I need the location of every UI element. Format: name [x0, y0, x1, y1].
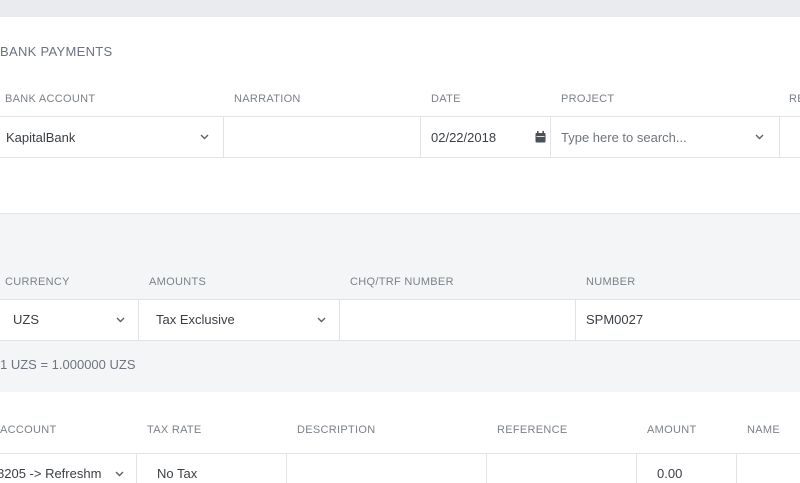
column-header-account: ACCOUNT: [0, 424, 57, 436]
chevron-down-icon: [200, 132, 209, 141]
column-header-name: NAME: [747, 424, 780, 436]
date-value: 02/22/2018: [431, 130, 497, 145]
currency-label: CURRENCY: [5, 276, 70, 288]
number-label: NUMBER: [586, 276, 636, 288]
amounts-value: Tax Exclusive: [156, 312, 235, 327]
tax-rate-select[interactable]: No Tax: [157, 466, 197, 481]
bank-account-value: KapitalBank: [6, 130, 76, 145]
chevron-down-icon: [116, 315, 125, 324]
reference-label: RE: [789, 93, 800, 105]
account-select[interactable]: 8205 -> Refreshments: [0, 454, 136, 483]
column-header-reference: REFERENCE: [497, 424, 568, 436]
date-label: DATE: [431, 93, 461, 105]
chq-trf-number-label: CHQ/TRF NUMBER: [350, 276, 454, 288]
field-divider: [575, 300, 576, 340]
section-title: BANK PAYMENTS: [0, 44, 113, 59]
field-row-bottom-border: [0, 157, 800, 158]
chevron-down-icon: [115, 469, 124, 478]
amounts-select[interactable]: Tax Exclusive: [139, 300, 339, 340]
calendar-icon[interactable]: [535, 130, 546, 143]
bank-account-select[interactable]: KapitalBank: [0, 117, 223, 157]
number-input[interactable]: SPM0027: [586, 312, 643, 327]
column-header-description: DESCRIPTION: [297, 424, 376, 436]
amount-input[interactable]: 0.00: [657, 466, 682, 481]
date-input[interactable]: 02/22/2018: [421, 117, 550, 157]
exchange-rate-text: 1 UZS = 1.000000 UZS: [0, 357, 136, 372]
currency-value: UZS: [13, 312, 39, 327]
project-label: PROJECT: [561, 93, 615, 105]
field-divider: [779, 117, 780, 157]
narration-label: NARRATION: [234, 93, 301, 105]
column-header-tax-rate: TAX RATE: [147, 424, 202, 436]
bank-account-label: BANK ACCOUNT: [5, 93, 96, 105]
field-divider: [339, 300, 340, 340]
top-bar: [0, 0, 800, 17]
account-value: 8205 -> Refreshments: [0, 466, 102, 481]
project-search-placeholder: Type here to search...: [561, 130, 687, 145]
table-row: 8205 -> Refreshments No Tax 0.00: [0, 454, 800, 483]
project-select[interactable]: Type here to search...: [551, 117, 779, 157]
currency-select[interactable]: UZS: [0, 300, 138, 340]
chevron-down-icon: [755, 132, 764, 141]
column-header-amount: AMOUNT: [647, 424, 697, 436]
amounts-label: AMOUNTS: [149, 276, 207, 288]
chevron-down-icon: [317, 315, 326, 324]
field-divider: [223, 117, 224, 157]
currency-row-bottom-border: [0, 340, 800, 341]
